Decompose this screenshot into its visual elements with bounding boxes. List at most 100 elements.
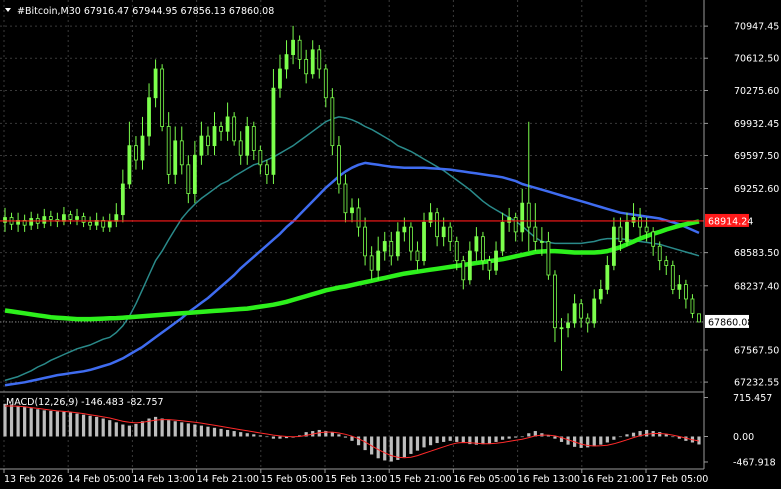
macd-histogram-bar xyxy=(193,424,197,437)
candle-body xyxy=(526,202,531,228)
macd-histogram-bar xyxy=(494,436,498,442)
candle-body xyxy=(147,97,151,137)
candle-body xyxy=(454,241,459,262)
candle[interactable] xyxy=(232,112,237,146)
candle-body xyxy=(356,207,361,228)
candle-body xyxy=(618,226,623,242)
macd-histogram-bar xyxy=(402,436,406,458)
macd-histogram-bar xyxy=(363,436,367,451)
time-tick-label: 14 Feb 13:00 xyxy=(132,474,194,485)
macd-histogram-bar xyxy=(127,425,131,437)
macd-histogram-bar xyxy=(81,414,86,437)
macd-histogram-bar xyxy=(114,422,118,437)
candle[interactable] xyxy=(160,64,165,132)
candle-body xyxy=(474,236,479,252)
candle-body xyxy=(579,303,584,319)
macd-histogram-bar xyxy=(514,436,518,438)
candle-body xyxy=(533,226,538,242)
candle-body xyxy=(467,250,472,281)
macd-tick-label: 715.457 xyxy=(733,393,772,404)
macd-histogram-bar xyxy=(199,425,204,437)
candle-body xyxy=(546,241,551,276)
macd-histogram-bar xyxy=(212,427,217,437)
candle-body xyxy=(644,226,649,233)
candle-body xyxy=(297,39,302,60)
candle-body xyxy=(219,126,223,132)
candle-body xyxy=(284,54,289,70)
candle[interactable] xyxy=(330,88,335,156)
candle-body xyxy=(212,126,217,147)
macd-histogram-bar xyxy=(29,408,33,437)
price-tick-label: 67232.55 xyxy=(734,378,779,389)
price-tick-label: 70612.50 xyxy=(734,54,779,65)
candle-body xyxy=(140,135,145,161)
macd-histogram-bar xyxy=(671,436,675,438)
current-price-tag-label: 67860.08 xyxy=(708,317,753,328)
candle-body xyxy=(192,154,197,194)
time-tick-label: 15 Feb 21:00 xyxy=(389,474,451,485)
candle-body xyxy=(48,216,53,220)
candle-body xyxy=(513,217,518,233)
candle-body xyxy=(487,260,492,271)
time-tick-label: 15 Feb 05:00 xyxy=(261,474,323,485)
candle-body xyxy=(330,97,335,147)
candle-body xyxy=(677,284,682,290)
macd-histogram-bar xyxy=(389,436,393,462)
macd-histogram-bar xyxy=(16,405,20,437)
macd-histogram-bar xyxy=(101,418,105,437)
macd-histogram-bar xyxy=(9,404,14,437)
macd-histogram-bar xyxy=(337,434,341,437)
macd-histogram-bar xyxy=(599,436,603,445)
macd-histogram-bar xyxy=(435,436,439,444)
candle-body xyxy=(507,217,512,223)
macd-histogram-bar xyxy=(49,410,53,437)
macd-histogram-bar xyxy=(343,436,348,438)
candle-body xyxy=(264,164,269,175)
macd-histogram-bar xyxy=(527,433,531,437)
macd-histogram-bar xyxy=(95,416,99,437)
macd-histogram-bar xyxy=(553,436,557,439)
macd-histogram-bar xyxy=(75,413,79,437)
candle-body xyxy=(592,298,597,324)
candle-body xyxy=(323,68,328,99)
macd-histogram-bar xyxy=(507,436,511,439)
macd-histogram-bar xyxy=(42,410,46,437)
macd-histogram-bar xyxy=(448,436,452,441)
candle-body xyxy=(461,260,466,281)
macd-histogram-bar xyxy=(88,415,92,437)
trading-chart[interactable]: 70947.45 70612.50 70275.60 69932.45 69597.50… xyxy=(0,0,781,489)
candle-body xyxy=(245,126,250,156)
macd-histogram-bar xyxy=(108,420,112,437)
candle-body xyxy=(422,221,426,262)
candle[interactable] xyxy=(697,313,701,323)
candle-body xyxy=(500,221,505,252)
candle-body xyxy=(369,255,374,271)
time-tick-label: 14 Feb 05:00 xyxy=(68,474,130,485)
macd-histogram-bar xyxy=(265,436,269,438)
candle-body xyxy=(42,216,47,224)
price-tick-label: 70947.45 xyxy=(734,22,779,33)
candle-body xyxy=(206,135,210,147)
time-tick-label: 16 Feb 05:00 xyxy=(453,474,515,485)
candle-body xyxy=(481,236,485,262)
macd-histogram-bar xyxy=(612,436,616,440)
macd-histogram-bar xyxy=(180,422,184,437)
macd-histogram-bar xyxy=(442,436,446,442)
price-tick-label: 69252.60 xyxy=(734,184,779,195)
candle-body xyxy=(690,298,695,314)
candle-body xyxy=(350,207,354,214)
macd-histogram-bar xyxy=(500,436,505,440)
macd-histogram-bar xyxy=(278,436,282,439)
candle[interactable] xyxy=(670,260,675,295)
candle-body xyxy=(238,140,243,156)
candle-body xyxy=(68,214,73,220)
time-tick-label: 16 Feb 13:00 xyxy=(518,474,580,485)
price-tick-label: 68583.50 xyxy=(734,248,779,259)
candle-body xyxy=(638,217,642,228)
macd-histogram-bar xyxy=(330,432,334,437)
macd-histogram-bar xyxy=(428,436,433,446)
macd-histogram-bar xyxy=(160,418,164,437)
candle-body xyxy=(291,39,295,56)
candle-body xyxy=(448,226,453,242)
candle-body xyxy=(625,221,629,242)
